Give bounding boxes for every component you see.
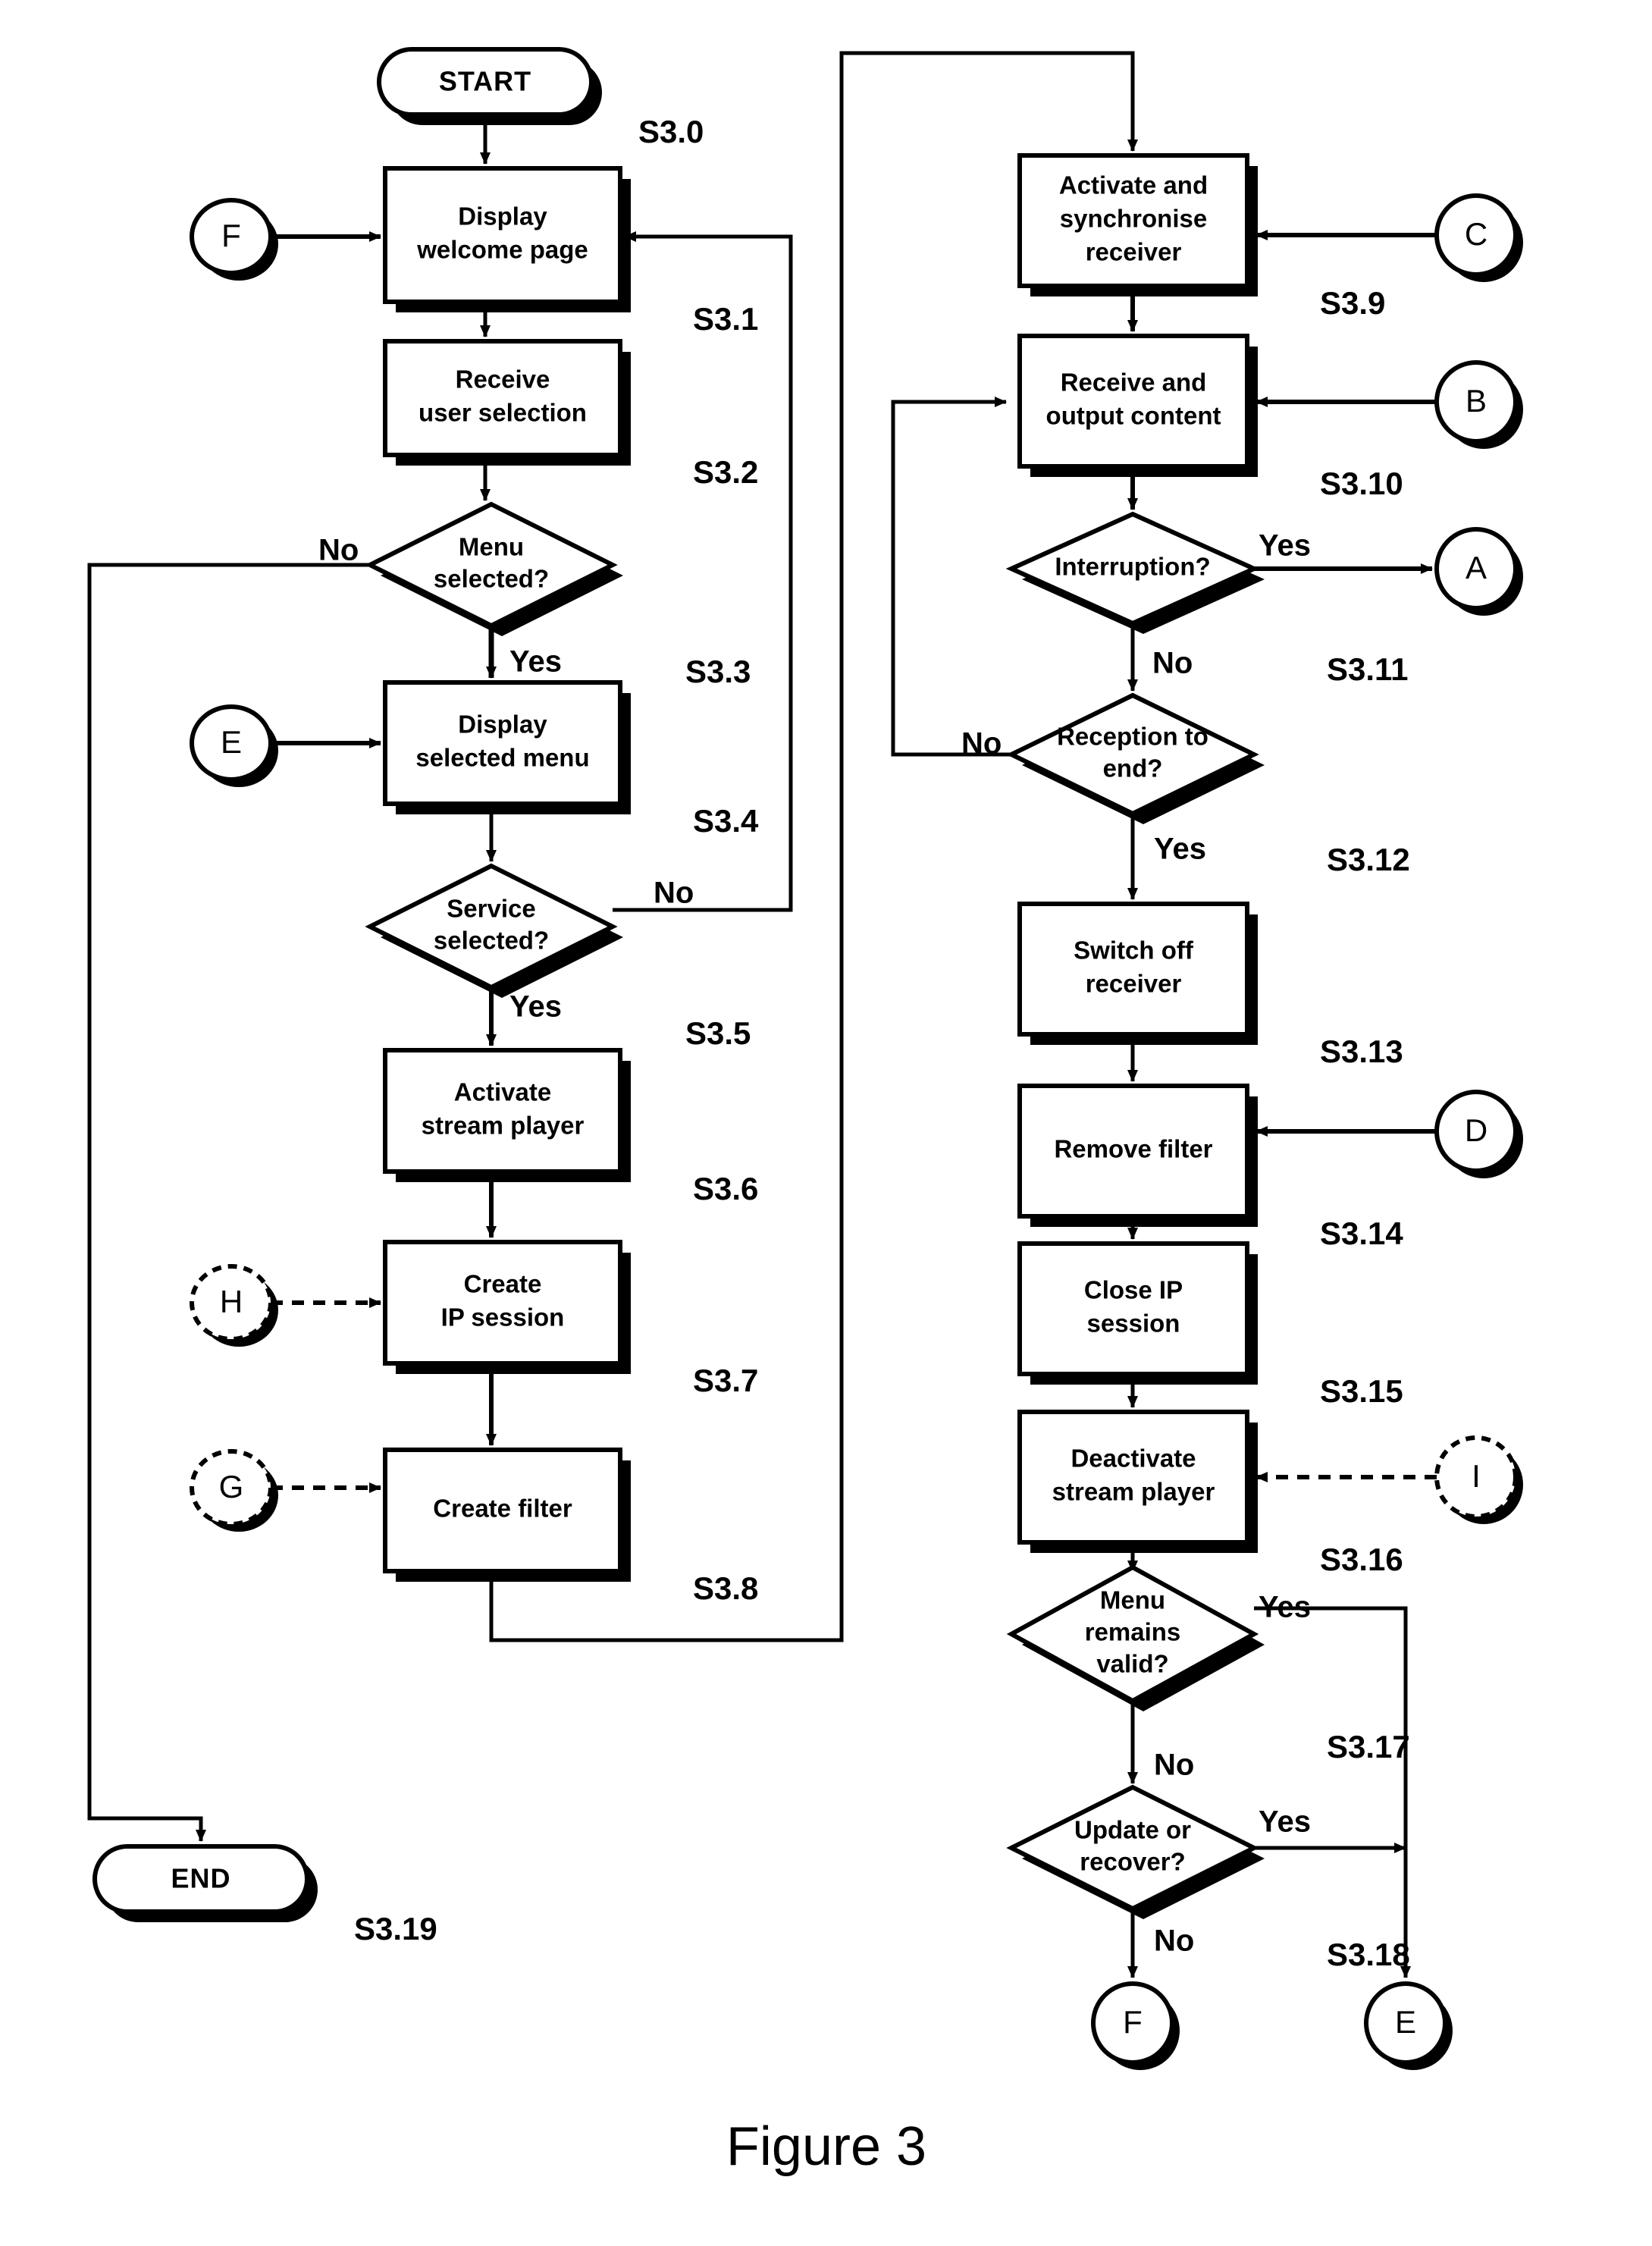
- figure-caption: Figure 3: [726, 2116, 926, 2177]
- decision-label-s3_5-line-1: selected?: [434, 927, 549, 955]
- process-label-s3_9-line-0: Activate and: [1059, 171, 1208, 199]
- process-label-s3_10-line-0: Receive and: [1061, 369, 1207, 397]
- step-number-s3_9: S3.9: [1320, 285, 1385, 321]
- step-number-s3_8: S3.8: [693, 1570, 758, 1606]
- process-label-s3_7-line-1: IP session: [441, 1303, 565, 1332]
- branch-label-yes_s3_3: Yes: [509, 645, 562, 679]
- step-number-s3_18: S3.18: [1327, 1937, 1410, 1972]
- branch-label-yes_s3_18: Yes: [1259, 1805, 1311, 1839]
- connector-label-conn_c_right: C: [1465, 216, 1487, 252]
- decision-label-s3_18-line-0: Update or: [1074, 1816, 1191, 1844]
- branch-label-yes_s3_5: Yes: [509, 990, 562, 1024]
- process-label-s3_13-line-0: Switch off: [1074, 936, 1194, 965]
- process-label-s3_9-line-1: synchronise: [1060, 205, 1207, 233]
- branch-label-yes_s3_17: Yes: [1259, 1591, 1311, 1624]
- decision-label-s3_3-line-1: selected?: [434, 565, 549, 593]
- process-label-s3_7-line-0: Create: [464, 1270, 542, 1298]
- connector-label-conn_h_left: H: [220, 1284, 243, 1319]
- shape-layer: [92, 47, 1523, 2070]
- step-number-end: S3.19: [354, 1911, 437, 1946]
- step-number-s3_10: S3.10: [1320, 466, 1403, 501]
- connector-label-conn_e_left: E: [221, 724, 242, 760]
- step-number-s3_3: S3.3: [685, 654, 751, 689]
- process-label-s3_2-line-0: Receive: [456, 365, 550, 394]
- process-label-s3_6-line-0: Activate: [454, 1078, 551, 1106]
- decision-label-s3_18-line-1: recover?: [1080, 1848, 1185, 1876]
- process-label-s3_1-line-0: Display: [458, 202, 547, 231]
- branch-label-no_s3_17: No: [1154, 1749, 1194, 1782]
- terminator-label-start: START: [439, 66, 531, 97]
- branch-label-no_s3_5: No: [654, 877, 694, 910]
- decision-label-s3_3-line-0: Menu: [459, 533, 524, 561]
- process-label-s3_2-line-1: user selection: [418, 399, 587, 427]
- decision-label-s3_17-line-1: remains: [1085, 1618, 1181, 1646]
- step-number-s3_7: S3.7: [693, 1363, 758, 1398]
- connector-label-conn_f_left: F: [221, 218, 241, 253]
- step-number-s3_2: S3.2: [693, 454, 758, 490]
- step-number-s3_17: S3.17: [1327, 1729, 1410, 1764]
- process-label-s3_13-line-1: receiver: [1086, 970, 1182, 998]
- step-number-s3_5: S3.5: [685, 1015, 751, 1051]
- process-label-s3_10-line-1: output content: [1046, 402, 1221, 430]
- process-label-s3_4-line-1: selected menu: [415, 744, 589, 772]
- process-label-s3_16-line-1: stream player: [1052, 1478, 1215, 1506]
- branch-label-no_s3_11: No: [1152, 647, 1193, 680]
- process-label-s3_6-line-1: stream player: [422, 1112, 585, 1140]
- process-label-s3_4-line-0: Display: [458, 711, 547, 739]
- step-number-s3_1: S3.1: [693, 301, 758, 337]
- figure-page: Display welcome page S3.1 Receive user selec…: [0, 0, 1652, 2246]
- process-label-s3_1-line-1: welcome page: [416, 236, 588, 264]
- edge-s3-12-no-to-s3-10: [891, 397, 1011, 757]
- branch-label-no_s3_12: No: [961, 727, 1002, 761]
- connector-label-conn_d_right: D: [1465, 1112, 1487, 1148]
- branch-label-no_s3_3: No: [318, 534, 359, 567]
- step-number-s3_12: S3.12: [1327, 842, 1410, 877]
- flowchart-canvas: Display welcome page S3.1 Receive user selec…: [87, 47, 1523, 2177]
- process-label-s3_14-line-0: Remove filter: [1054, 1135, 1212, 1163]
- process-label-s3_8-line-0: Create filter: [433, 1495, 572, 1523]
- connector-label-conn_f_bottom: F: [1123, 2004, 1143, 2040]
- branch-label-yes_s3_12: Yes: [1154, 833, 1206, 866]
- decision-label-s3_11-line-0: Interruption?: [1055, 553, 1210, 581]
- connector-label-conn_a_right: A: [1465, 550, 1487, 585]
- decision-label-s3_12-line-1: end?: [1103, 754, 1163, 783]
- connector-label-conn_e_bottom: E: [1395, 2004, 1416, 2040]
- step-number-s3_16: S3.16: [1320, 1542, 1403, 1577]
- edge-s3-17-yes-to-e: [1254, 1606, 1411, 1978]
- decision-label-s3_12-line-0: Reception to: [1057, 723, 1208, 751]
- process-label-s3_15-line-1: session: [1087, 1310, 1180, 1338]
- process-label-s3_16-line-0: Deactivate: [1071, 1445, 1196, 1473]
- decision-label-s3_5-line-0: Service: [447, 895, 535, 923]
- step-number-s3_14: S3.14: [1320, 1216, 1403, 1251]
- step-number-s3_11: S3.11: [1327, 651, 1408, 687]
- step-number-s3_15: S3.15: [1320, 1373, 1403, 1409]
- connector-label-conn_i_right: I: [1472, 1458, 1481, 1494]
- step-number-start: S3.0: [638, 114, 704, 149]
- text-layer: Display welcome page S3.1 Receive user selec…: [171, 66, 1487, 2041]
- terminator-label-end: END: [171, 1863, 230, 1894]
- decision-label-s3_17-line-2: valid?: [1096, 1650, 1168, 1678]
- step-number-s3_6: S3.6: [693, 1171, 758, 1206]
- connector-label-conn_g_left: G: [219, 1469, 244, 1504]
- process-label-s3_9-line-2: receiver: [1086, 238, 1182, 266]
- step-number-s3_4: S3.4: [693, 803, 759, 839]
- connector-label-conn_b_right: B: [1465, 383, 1487, 419]
- process-label-s3_15-line-0: Close IP: [1084, 1276, 1183, 1304]
- branch-label-yes_s3_11: Yes: [1259, 529, 1311, 563]
- decision-label-s3_17-line-0: Menu: [1100, 1586, 1165, 1614]
- branch-label-no_s3_18: No: [1154, 1924, 1194, 1958]
- step-number-s3_13: S3.13: [1320, 1034, 1403, 1069]
